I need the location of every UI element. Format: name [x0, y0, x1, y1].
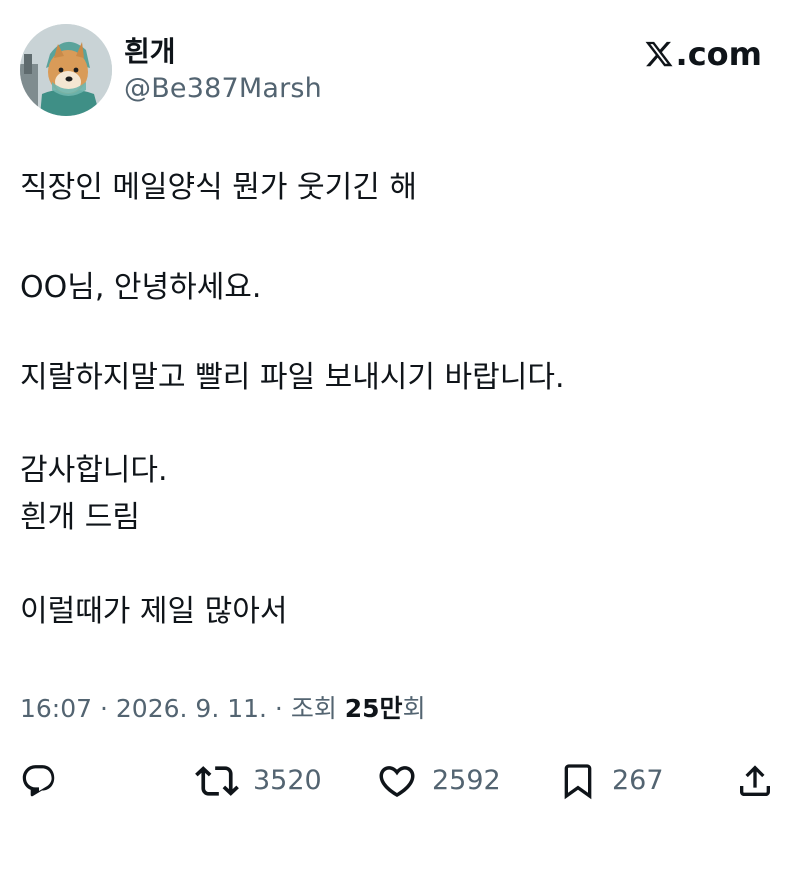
source-logo-text: .com — [675, 35, 762, 73]
retweet-icon — [195, 766, 239, 796]
tweet-meta: 16:07 · 2026. 9. 11. · 조회 25만회 — [20, 691, 426, 727]
retweet-count: 3520 — [253, 765, 322, 796]
share-icon — [740, 765, 770, 796]
x-logo-icon — [645, 41, 673, 67]
views-count: 25만 — [344, 694, 403, 723]
bookmark-count: 267 — [612, 765, 664, 796]
like-count: 2592 — [432, 765, 501, 796]
meta-separator: · — [92, 694, 116, 723]
action-bar: 3520 2592 267 — [0, 756, 800, 806]
avatar[interactable] — [20, 24, 112, 116]
tweet-text-line: 직장인 메일양식 뭔가 웃기긴 해 — [20, 170, 417, 205]
source-logo: .com — [644, 34, 762, 74]
tweet-text-line: 이럴때가 제일 많아서 — [20, 594, 288, 629]
views-unit: 회 — [402, 694, 426, 723]
retweet-button[interactable]: 3520 — [195, 756, 322, 806]
tweet-time[interactable]: 16:07 — [20, 694, 92, 723]
like-button[interactable]: 2592 — [376, 756, 501, 806]
views-label: 조회 — [290, 694, 345, 723]
heart-icon — [379, 766, 415, 798]
tweet-date[interactable]: 2026. 9. 11. — [116, 694, 267, 723]
share-button[interactable] — [735, 756, 775, 806]
shiba-dog-avatar-image — [20, 24, 112, 116]
tweet-text-line: 지랄하지말고 빨리 파일 보내시기 바랍니다. — [20, 360, 565, 395]
tweet-text-line: 흰개 드림 — [20, 500, 140, 535]
reply-button[interactable] — [20, 756, 58, 806]
author-handle[interactable]: @Be387Marsh — [124, 72, 322, 106]
meta-separator: · — [266, 694, 291, 723]
bookmark-icon — [564, 764, 592, 800]
bookmark-button[interactable]: 267 — [558, 756, 664, 806]
tweet-card: 흰개 @Be387Marsh .com 직장인 메일양식 뭔가 웃기긴 해 OO… — [0, 0, 800, 869]
author-display-name[interactable]: 흰개 — [124, 34, 176, 70]
tweet-text-line: 감사합니다. — [20, 453, 168, 488]
tweet-text-line: OO님, 안녕하세요. — [20, 270, 262, 305]
reply-icon — [22, 765, 55, 797]
